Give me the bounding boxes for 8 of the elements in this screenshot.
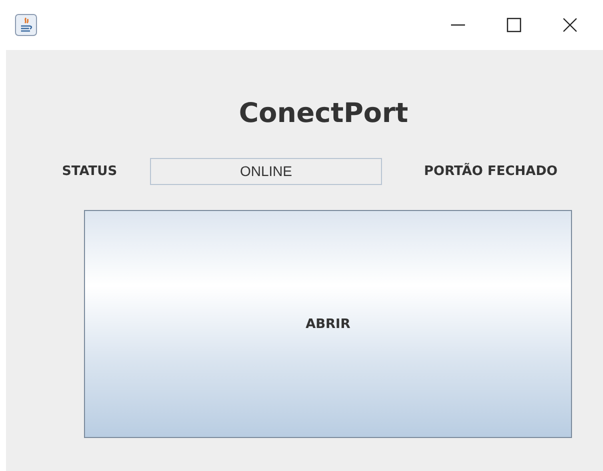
maximize-icon [506,17,522,33]
minimize-icon [450,24,466,26]
status-label: STATUS [62,164,118,178]
close-icon [562,17,578,33]
app-title: ConectPort [238,98,408,129]
gate-status-label: PORTÃO FECHADO [424,164,558,178]
status-field[interactable]: ONLINE [150,158,382,184]
open-button[interactable]: ABRIR [84,210,572,438]
